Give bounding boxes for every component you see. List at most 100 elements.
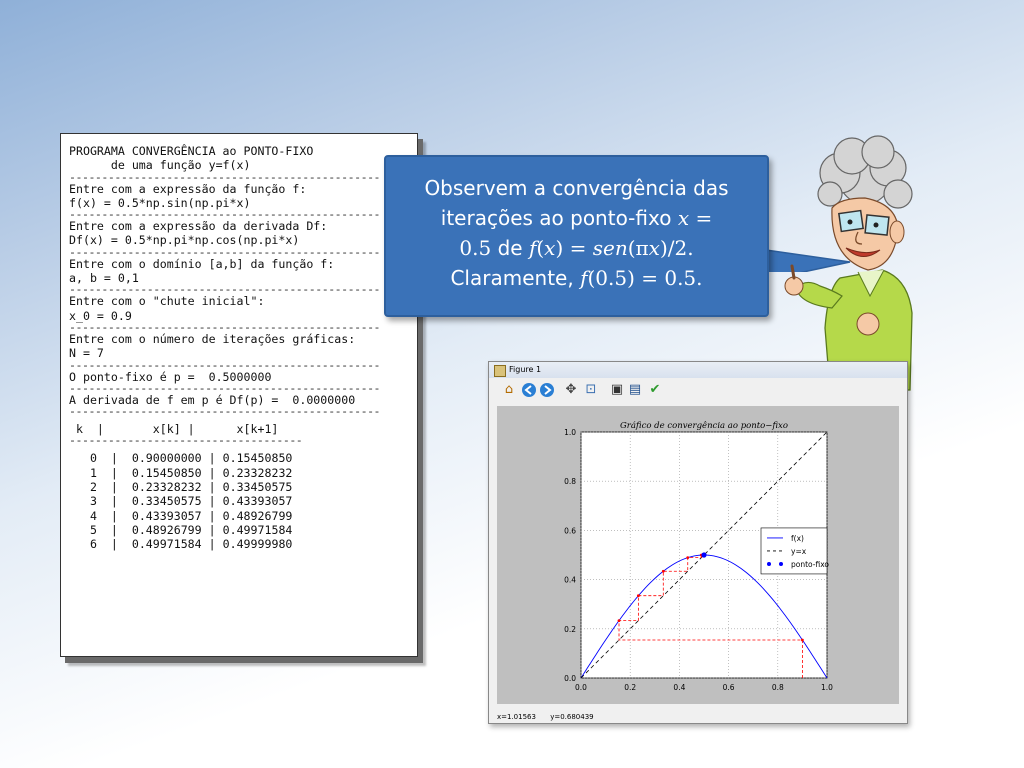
x-k-plus-1: 0.43393057	[222, 494, 293, 509]
x-tick-label: 0.2	[624, 683, 636, 692]
convergence-chart: Gráfico de convergência ao ponto−fixo 0.0…	[564, 420, 833, 692]
table-row: 5 | 0.48926799 | 0.49971584	[89, 522, 293, 537]
figure-window: Figure 1 ⌂ ✥ ⊡ ▣ ▤ ✔ Gráfico de convergê…	[488, 361, 908, 724]
x-k: 0.23328232	[131, 480, 202, 495]
y-tick-label: 0.8	[564, 477, 576, 486]
bubble-line-1: Observem a convergência das	[424, 176, 729, 200]
separator: ----------------------------------------…	[69, 247, 381, 257]
forward-icon[interactable]	[539, 382, 555, 398]
x-k-plus-1: 0.15450850	[222, 451, 293, 466]
input-function: f(x) = 0.5*np.sin(np.pi*x)	[69, 195, 251, 210]
home-icon[interactable]: ⌂	[501, 382, 517, 398]
back-icon[interactable]	[521, 382, 537, 398]
table-row: 6 | 0.49971584 | 0.49999980	[89, 537, 293, 552]
x-k-plus-1: 0.23328232	[222, 465, 293, 480]
iterate-point	[801, 638, 804, 642]
table-row: 3 | 0.33450575 | 0.43393057	[89, 494, 293, 509]
iterate-point	[617, 619, 621, 623]
status-bar: x=1.01563 y=0.680439	[497, 713, 606, 721]
x-tick-label: 0.4	[673, 683, 685, 692]
table-row: 4 | 0.43393057 | 0.48926799	[89, 508, 293, 523]
x-tick-label: 1.0	[821, 683, 833, 692]
prompt-initial-guess: Entre com o "chute inicial":	[69, 294, 265, 309]
window-titlebar[interactable]: Figure 1	[489, 362, 907, 378]
legend-swatch-fixed-point	[767, 561, 771, 566]
iteration-index: 4	[89, 508, 97, 523]
console-title: PROGRAMA CONVERGÊNCIA ao PONTO-FIXO	[69, 144, 314, 158]
separator: ----------------------------------------…	[69, 210, 381, 220]
bubble-line-4: Claramente, f(0.5) = 0.5.	[450, 266, 703, 290]
iteration-index: 2	[89, 480, 97, 495]
table-separator: ------------------------------------	[69, 436, 303, 446]
separator: ----------------------------------------…	[69, 322, 381, 332]
prompt-domain: Entre com o domínio [a,b] da função f:	[69, 256, 335, 271]
fixed-point-marker	[701, 552, 707, 558]
separator: ----------------------------------------…	[69, 360, 381, 370]
result-derivative: A derivada de f em p é Df(p) = 0.0000000	[69, 392, 356, 407]
x-tick-label: 0.0	[575, 683, 587, 692]
table-row: 2 | 0.23328232 | 0.33450575	[89, 480, 293, 495]
x-k-plus-1: 0.49971584	[222, 522, 293, 537]
app-icon	[494, 365, 506, 377]
legend-label: f(x)	[791, 534, 804, 543]
save-icon[interactable]: ▤	[627, 382, 643, 398]
y-tick-label: 0.4	[564, 576, 576, 585]
y-tick-label: 0.2	[564, 625, 576, 634]
bubble-line-2: iterações ao ponto-fixo x =	[440, 206, 713, 230]
legend-label: y=x	[791, 547, 807, 556]
plot-canvas[interactable]: Gráfico de convergência ao ponto−fixo 0.0…	[497, 406, 899, 704]
input-domain: a, b = 0,1	[69, 271, 139, 286]
input-initial-guess: x_0 = 0.9	[69, 308, 132, 323]
legend-label: ponto-fixo	[791, 560, 829, 569]
prompt-function: Entre com a expressão da função f:	[69, 181, 307, 196]
x-tick-label: 0.8	[772, 683, 784, 692]
separator: ----------------------------------------…	[69, 383, 381, 393]
iterate-point	[686, 556, 690, 560]
iteration-index: 0	[89, 451, 97, 466]
iteration-table: 0 | 0.90000000 | 0.15450850 1 | 0.154508…	[69, 451, 292, 551]
x-k-plus-1: 0.33450575	[222, 480, 293, 495]
legend-swatch-fixed-point	[779, 561, 783, 566]
subplots-icon[interactable]: ▣	[609, 382, 625, 398]
x-k: 0.15450850	[131, 465, 202, 480]
x-tick-label: 0.6	[723, 683, 735, 692]
separator: ----------------------------------------…	[69, 407, 381, 417]
table-row: 0 | 0.90000000 | 0.15450850	[89, 451, 293, 466]
input-derivative: Df(x) = 0.5*np.pi*np.cos(np.pi*x)	[69, 233, 300, 248]
iteration-index: 6	[89, 537, 97, 552]
y-tick-label: 0.0	[564, 674, 576, 683]
x-k: 0.90000000	[131, 451, 202, 466]
console-subtitle: de uma função y=f(x)	[69, 158, 251, 173]
window-title: Figure 1	[509, 365, 542, 374]
table-header: k | x[k] | x[k+1]	[69, 422, 279, 437]
iteration-index: 3	[89, 494, 97, 509]
iteration-index: 5	[89, 522, 97, 537]
y-tick-label: 0.6	[564, 526, 576, 535]
x-k: 0.48926799	[131, 522, 202, 537]
iterate-point	[661, 569, 665, 573]
prompt-iterations: Entre com o número de iterações gráficas…	[69, 331, 356, 346]
separator: ----------------------------------------…	[69, 172, 381, 182]
pan-icon[interactable]: ✥	[563, 382, 579, 398]
table-row: 1 | 0.15450850 | 0.23328232	[89, 465, 293, 480]
chart-legend: f(x) y=x ponto-fixo	[760, 527, 829, 575]
prompt-derivative: Entre com a expressão da derivada Df:	[69, 219, 328, 234]
navigation-toolbar: ⌂ ✥ ⊡ ▣ ▤ ✔	[489, 378, 907, 402]
speech-bubble: Observem a convergência das iterações ao…	[384, 155, 769, 317]
iterate-point	[636, 594, 640, 598]
x-k: 0.43393057	[131, 508, 202, 523]
input-iterations: N = 7	[69, 346, 104, 361]
status-y: y=0.680439	[550, 713, 594, 721]
check-icon[interactable]: ✔	[647, 382, 663, 398]
status-x: x=1.01563	[497, 713, 536, 721]
console-output: PROGRAMA CONVERGÊNCIA ao PONTO-FIXO de u…	[60, 133, 418, 657]
y-tick-label: 1.0	[564, 428, 576, 437]
bubble-line-3: 0.5 de f(x) = sen(πx)/2.	[459, 236, 694, 260]
iteration-index: 1	[89, 465, 97, 480]
x-k-plus-1: 0.49999980	[222, 537, 293, 552]
zoom-icon[interactable]: ⊡	[583, 382, 599, 398]
x-k-plus-1: 0.48926799	[222, 508, 293, 523]
separator: ----------------------------------------…	[69, 285, 381, 295]
result-fixed-point: O ponto-fixo é p = 0.5000000	[69, 369, 272, 384]
x-k: 0.49971584	[131, 537, 202, 552]
